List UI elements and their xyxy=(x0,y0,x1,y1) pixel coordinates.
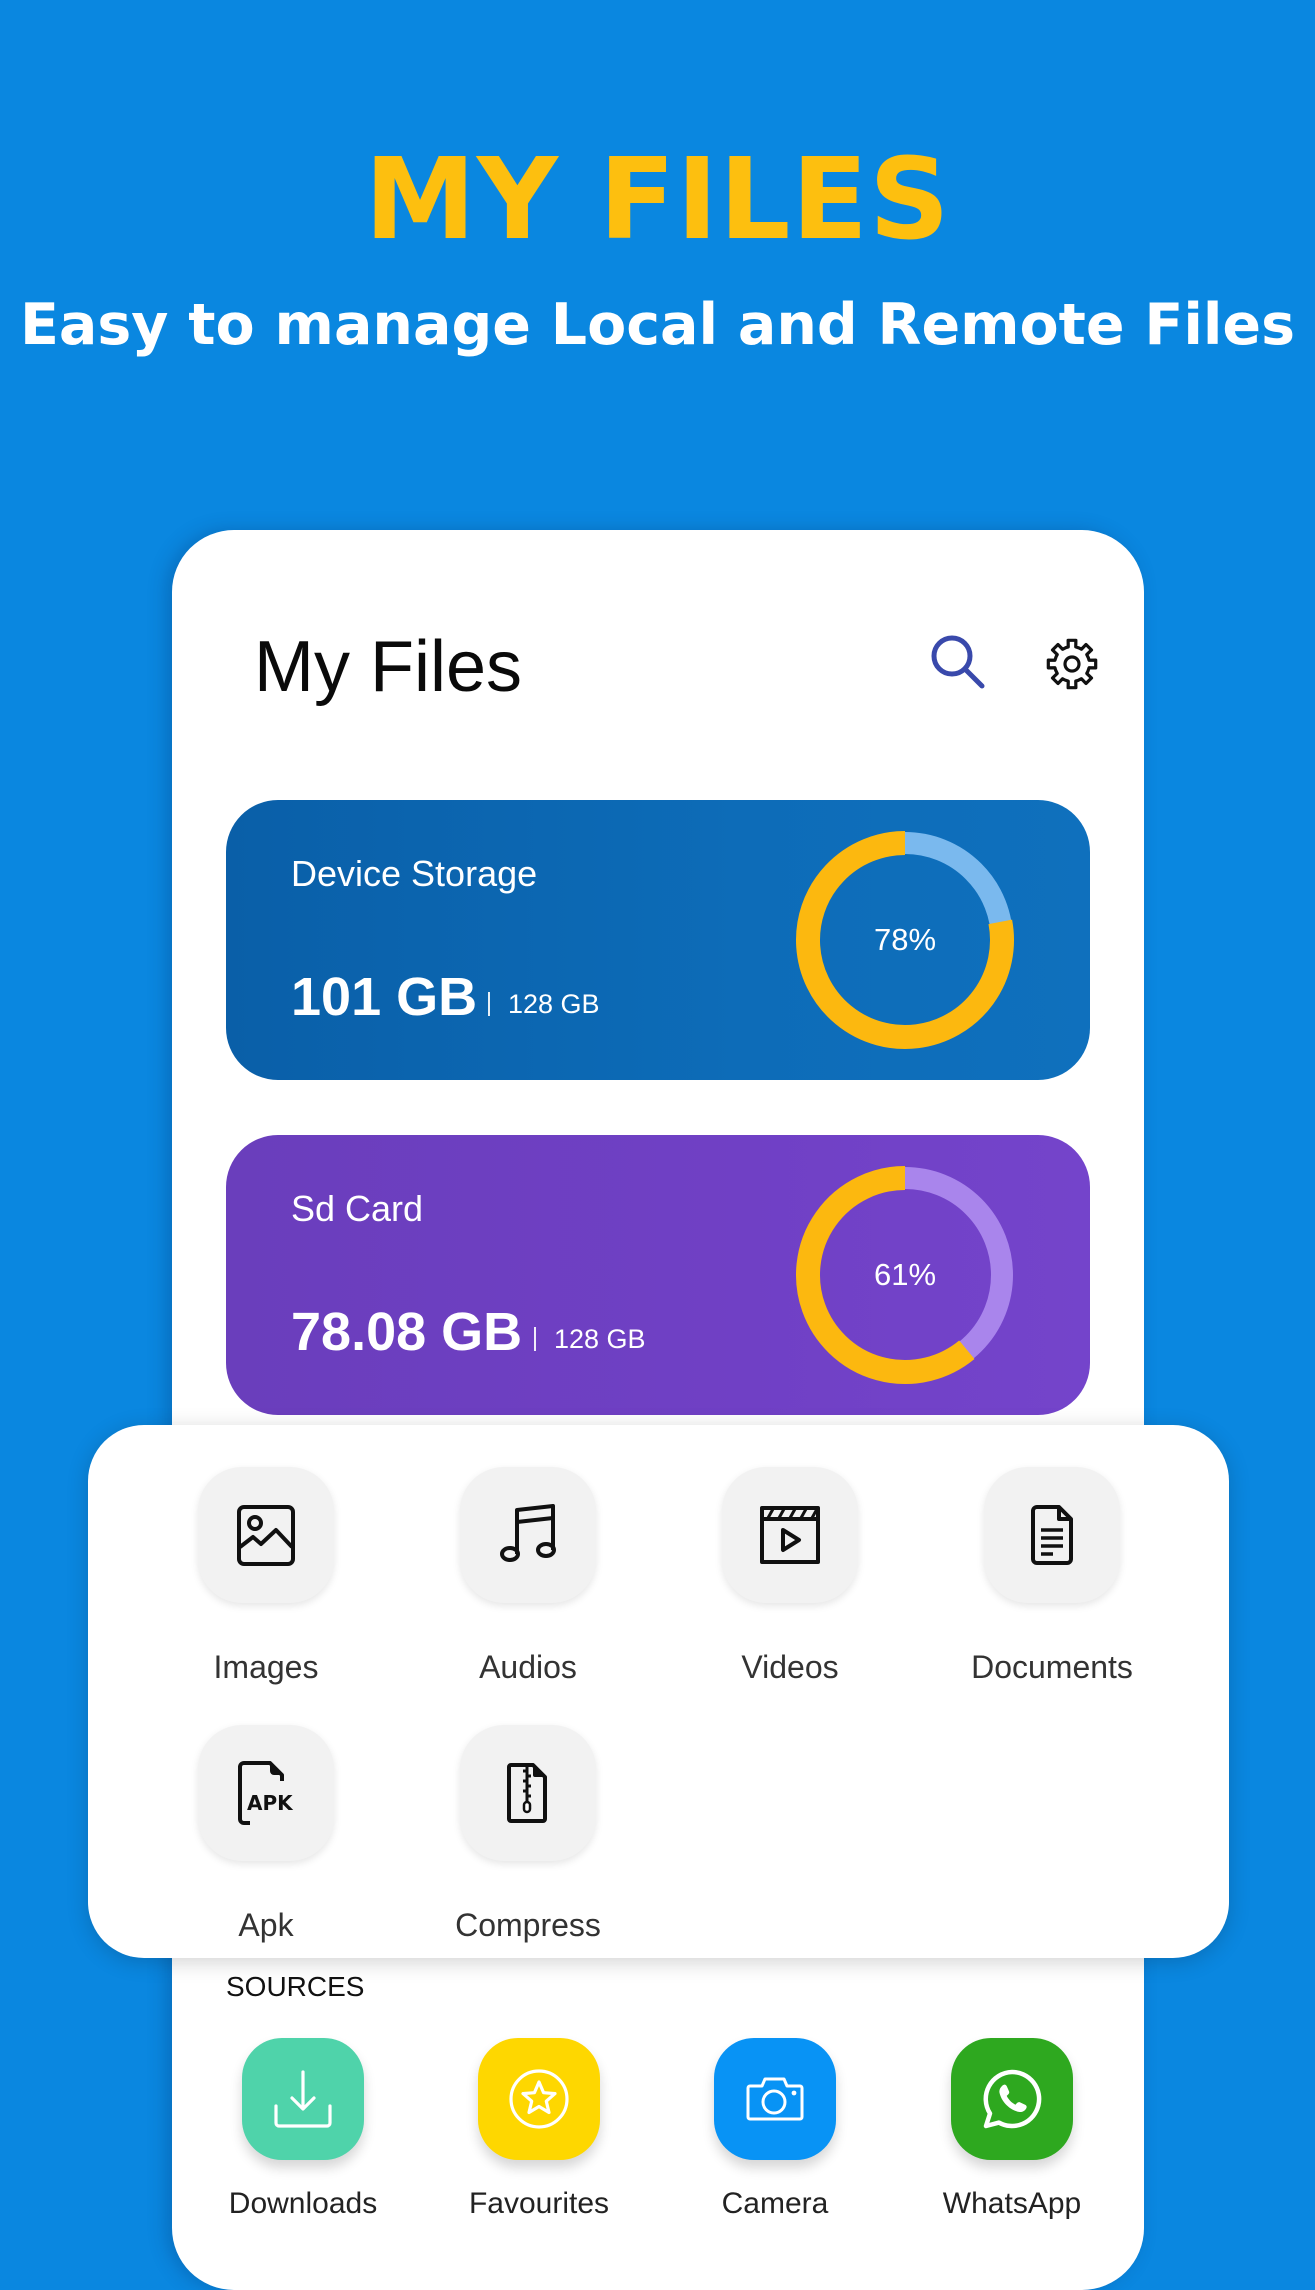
separator xyxy=(488,992,490,1016)
category-tile xyxy=(722,1467,858,1603)
category-apk[interactable]: APK Apk xyxy=(146,1725,386,1955)
svg-text:APK: APK xyxy=(247,1791,294,1815)
device-storage-card[interactable]: Device Storage 101 GB 128 GB 78% xyxy=(226,800,1090,1080)
document-icon xyxy=(1031,1505,1073,1565)
source-tile xyxy=(951,2038,1073,2160)
source-label: Camera xyxy=(721,2187,829,2220)
whatsapp-icon xyxy=(983,2069,1042,2129)
search-icon xyxy=(931,635,985,689)
categories-panel: Images Audios Videos Documents APK Apk C… xyxy=(88,1425,1229,1958)
category-label: Images xyxy=(213,1649,319,1685)
download-icon xyxy=(274,2070,332,2128)
source-tile xyxy=(478,2038,600,2160)
separator xyxy=(534,1327,536,1351)
category-audios[interactable]: Audios xyxy=(408,1467,648,1697)
storage-label: Sd Card xyxy=(291,1188,424,1229)
source-label: Favourites xyxy=(468,2187,610,2220)
category-tile xyxy=(984,1467,1120,1603)
hero-subtitle: Easy to manage Local and Remote Files xyxy=(19,292,1296,358)
camera-icon xyxy=(746,2077,804,2121)
storage-total: 128 GB xyxy=(508,989,600,1019)
source-label: WhatsApp xyxy=(942,2187,1082,2220)
storage-percent: 61% xyxy=(873,1257,937,1292)
storage-label: Device Storage xyxy=(291,853,538,894)
source-whatsapp[interactable]: WhatsApp xyxy=(903,2038,1123,2238)
category-documents[interactable]: Documents xyxy=(932,1467,1172,1697)
music-note-icon xyxy=(500,1504,556,1562)
category-tile xyxy=(198,1467,334,1603)
source-downloads[interactable]: Downloads xyxy=(194,2038,414,2238)
storage-percent: 78% xyxy=(873,922,937,957)
apk-file-icon: APK xyxy=(238,1761,294,1825)
category-tile xyxy=(460,1467,596,1603)
category-tile xyxy=(460,1725,596,1861)
source-tile xyxy=(714,2038,836,2160)
category-videos[interactable]: Videos xyxy=(670,1467,910,1697)
gear-icon xyxy=(1046,638,1098,690)
category-label: Videos xyxy=(741,1649,839,1685)
category-label: Documents xyxy=(971,1649,1133,1685)
hero-title: MY FILES xyxy=(364,135,951,265)
category-compress[interactable]: Compress xyxy=(408,1725,648,1955)
category-label: Apk xyxy=(238,1907,294,1943)
source-label: Downloads xyxy=(228,2187,378,2220)
sd-card-storage-card[interactable]: Sd Card 78.08 GB 128 GB 61% xyxy=(226,1135,1090,1415)
source-tile xyxy=(242,2038,364,2160)
storage-used: 101 GB xyxy=(291,967,478,1027)
video-clapper-icon xyxy=(760,1506,820,1564)
sources-heading: SOURCES xyxy=(226,1971,365,2002)
category-label: Audios xyxy=(479,1649,577,1685)
category-label: Compress xyxy=(455,1907,601,1943)
search-button[interactable] xyxy=(928,632,988,692)
source-favourites[interactable]: Favourites xyxy=(430,2038,650,2238)
zip-file-icon xyxy=(507,1763,547,1823)
image-icon xyxy=(237,1505,295,1566)
star-icon xyxy=(509,2069,569,2129)
source-camera[interactable]: Camera xyxy=(666,2038,886,2238)
category-tile: APK xyxy=(198,1725,334,1861)
category-images[interactable]: Images xyxy=(146,1467,386,1697)
settings-button[interactable] xyxy=(1044,636,1100,692)
storage-used: 78.08 GB xyxy=(291,1302,523,1362)
app-title: My Files xyxy=(254,627,522,707)
storage-total: 128 GB xyxy=(554,1324,646,1354)
